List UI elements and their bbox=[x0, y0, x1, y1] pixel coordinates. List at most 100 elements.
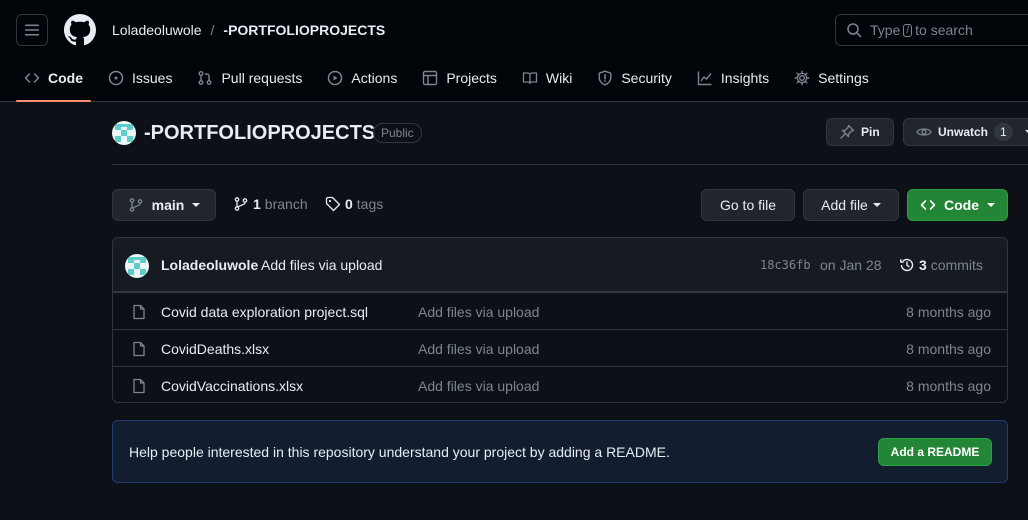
tab-insights[interactable]: Insights bbox=[689, 60, 777, 96]
eye-icon bbox=[916, 128, 932, 136]
pin-icon bbox=[840, 124, 855, 139]
graph-icon bbox=[697, 71, 712, 86]
pull-request-icon bbox=[198, 71, 212, 85]
commit-author-link[interactable]: Loladeoluwole bbox=[161, 257, 258, 273]
table-row: CovidVaccinations.xlsx Add files via upl… bbox=[113, 366, 1007, 402]
file-age: 8 months ago bbox=[906, 378, 991, 394]
breadcrumb-separator: / bbox=[210, 22, 215, 38]
tab-label: Pull requests bbox=[221, 70, 303, 86]
tab-projects[interactable]: Projects bbox=[414, 60, 505, 96]
commit-count-label: commits bbox=[930, 257, 983, 273]
pin-button[interactable]: Pin bbox=[826, 118, 894, 146]
repo-title-bar: -PORTFOLIOPROJECTS Public Pin Unwatch 1 bbox=[112, 118, 1028, 165]
search-placeholder-suffix: to search bbox=[915, 22, 973, 38]
readme-prompt-banner: Help people interested in this repositor… bbox=[112, 420, 1008, 483]
search-icon bbox=[847, 23, 862, 38]
file-icon bbox=[133, 304, 145, 320]
file-commit-message-link[interactable]: Add files via upload bbox=[418, 378, 539, 394]
code-button[interactable]: Code bbox=[907, 189, 1008, 221]
code-button-label: Code bbox=[944, 197, 979, 213]
file-icon bbox=[133, 378, 145, 394]
table-icon bbox=[423, 70, 438, 86]
issue-icon bbox=[108, 70, 124, 86]
tag-count: 0 bbox=[345, 196, 353, 212]
play-icon bbox=[328, 70, 343, 86]
branches-link[interactable]: 1 branch bbox=[233, 196, 308, 212]
file-age: 8 months ago bbox=[906, 304, 991, 320]
git-branch-icon bbox=[234, 197, 248, 211]
file-commit-message-link[interactable]: Add files via upload bbox=[418, 304, 539, 320]
commit-message-link[interactable]: Add files via upload bbox=[261, 257, 382, 273]
tab-issues[interactable]: Issues bbox=[100, 60, 180, 96]
tab-label: Security bbox=[621, 70, 672, 86]
branch-select-button[interactable]: main bbox=[112, 189, 216, 221]
search-placeholder: Type bbox=[870, 22, 901, 38]
commit-date: on Jan 28 bbox=[820, 257, 882, 273]
tab-actions[interactable]: Actions bbox=[319, 60, 405, 96]
file-icon bbox=[133, 341, 145, 357]
file-name-link[interactable]: Covid data exploration project.sql bbox=[161, 304, 368, 320]
file-age: 8 months ago bbox=[906, 341, 991, 357]
search-input[interactable]: Type / to search bbox=[835, 14, 1028, 46]
branch-name: main bbox=[151, 197, 185, 213]
book-icon bbox=[522, 72, 538, 85]
owner-link[interactable]: Loladeoluwole bbox=[112, 22, 202, 38]
table-row: Covid data exploration project.sql Add f… bbox=[113, 292, 1007, 329]
tab-settings[interactable]: Settings bbox=[786, 60, 877, 96]
tag-count-label: tags bbox=[356, 196, 384, 212]
menu-button[interactable] bbox=[16, 14, 48, 46]
branch-count: 1 bbox=[253, 196, 261, 212]
repo-avatar[interactable] bbox=[112, 121, 136, 145]
global-header: Loladeoluwole / -PORTFOLIOPROJECTS Type … bbox=[0, 0, 1028, 102]
github-logo-icon[interactable] bbox=[64, 14, 96, 46]
go-to-file-button[interactable]: Go to file bbox=[701, 189, 795, 221]
shield-icon bbox=[598, 70, 612, 86]
watch-label: Unwatch bbox=[938, 125, 989, 139]
chevron-down-icon bbox=[987, 203, 995, 207]
tab-label: Settings bbox=[818, 70, 869, 86]
chevron-down-icon bbox=[872, 203, 881, 207]
file-name-link[interactable]: CovidDeaths.xlsx bbox=[161, 341, 269, 357]
tab-label: Insights bbox=[720, 70, 770, 86]
visibility-badge: Public bbox=[373, 123, 422, 143]
tags-link[interactable]: 0 tags bbox=[325, 196, 383, 212]
commits-history-link[interactable]: 3 commits bbox=[899, 257, 983, 273]
repo-nav-tabs: Code Issues Pull requests Actions Projec… bbox=[16, 60, 886, 102]
tab-label: Wiki bbox=[545, 70, 573, 86]
file-browser: Loladeoluwole Add files via upload 18c36… bbox=[112, 237, 1008, 403]
repo-link[interactable]: -PORTFOLIOPROJECTS bbox=[223, 22, 385, 38]
pin-label: Pin bbox=[861, 125, 880, 139]
readme-prompt-text: Help people interested in this repositor… bbox=[129, 444, 670, 460]
file-commit-message-link[interactable]: Add files via upload bbox=[418, 341, 539, 357]
tab-label: Projects bbox=[446, 70, 497, 86]
history-icon bbox=[900, 258, 914, 272]
unwatch-button[interactable]: Unwatch 1 bbox=[903, 118, 1028, 146]
file-name-link[interactable]: CovidVaccinations.xlsx bbox=[161, 378, 303, 394]
tab-label: Actions bbox=[351, 70, 398, 86]
tab-label: Code bbox=[48, 70, 83, 86]
tab-label: Issues bbox=[132, 70, 173, 86]
tab-wiki[interactable]: Wiki bbox=[514, 60, 580, 96]
branch-count-label: branch bbox=[264, 196, 308, 212]
add-file-label: Add file bbox=[821, 197, 868, 213]
commit-sha-link[interactable]: 18c36fb bbox=[760, 258, 811, 272]
gear-icon bbox=[794, 70, 810, 86]
git-branch-icon bbox=[129, 198, 143, 212]
tab-code[interactable]: Code bbox=[16, 60, 91, 102]
chevron-down-icon bbox=[192, 203, 201, 207]
hamburger-icon bbox=[25, 24, 39, 36]
code-icon bbox=[24, 73, 40, 83]
avatar[interactable] bbox=[125, 254, 149, 278]
identicon-icon bbox=[125, 254, 149, 278]
add-readme-button[interactable]: Add a README bbox=[878, 438, 992, 466]
watch-count: 1 bbox=[994, 123, 1013, 141]
code-icon bbox=[920, 200, 936, 210]
table-row: CovidDeaths.xlsx Add files via upload 8 … bbox=[113, 329, 1007, 366]
add-file-button[interactable]: Add file bbox=[803, 189, 899, 221]
tab-pull-requests[interactable]: Pull requests bbox=[189, 60, 310, 96]
tab-security[interactable]: Security bbox=[589, 60, 680, 96]
latest-commit-row: Loladeoluwole Add files via upload 18c36… bbox=[113, 238, 1007, 292]
search-shortcut-key: / bbox=[903, 23, 913, 37]
identicon-icon bbox=[112, 121, 136, 145]
repo-name[interactable]: -PORTFOLIOPROJECTS bbox=[144, 121, 375, 145]
